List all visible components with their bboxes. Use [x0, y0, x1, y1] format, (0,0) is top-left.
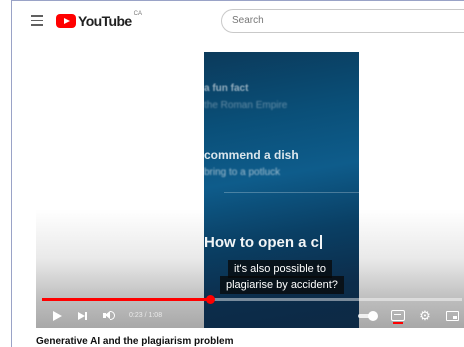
- video-divider: [224, 192, 359, 232]
- caption-line: plagiarise by accident?: [220, 276, 344, 294]
- settings-gear-icon[interactable]: ⚙: [418, 309, 432, 323]
- search-input[interactable]: Search: [221, 9, 464, 33]
- text-cursor: [320, 235, 323, 249]
- video-text-main: How to open a c: [204, 234, 320, 251]
- youtube-logo[interactable]: YouTube CA: [56, 11, 142, 30]
- logo-country: CA: [133, 11, 142, 17]
- video-text-line: a fun fact: [204, 83, 249, 94]
- youtube-page: YouTube CA Search a fun fact the Roman E…: [11, 0, 464, 347]
- logo-text: YouTube: [78, 13, 132, 29]
- progress-fill: [42, 298, 210, 301]
- video-text-line: commend a dish: [204, 148, 299, 162]
- search-placeholder: Search: [232, 15, 264, 26]
- video-text-line: the Roman Empire: [204, 100, 288, 111]
- video-title[interactable]: Generative AI and the plagiarism problem: [36, 336, 233, 347]
- top-bar: YouTube CA Search: [12, 1, 464, 41]
- time-display: 0:23 / 1:08: [129, 312, 163, 319]
- play-icon[interactable]: [50, 309, 64, 323]
- video-text-line: bring to a potluck: [204, 167, 281, 178]
- player-controls: 0:23 / 1:08 ⚙: [36, 306, 464, 326]
- scrubber-handle[interactable]: [206, 295, 215, 304]
- subtitles-icon[interactable]: [391, 310, 405, 324]
- next-icon[interactable]: [76, 309, 90, 323]
- youtube-logo-icon: [56, 14, 76, 28]
- miniplayer-icon[interactable]: [446, 311, 459, 321]
- progress-bar[interactable]: [42, 295, 462, 304]
- menu-icon[interactable]: [31, 15, 43, 26]
- autoplay-toggle-icon[interactable]: [358, 310, 380, 322]
- video-player[interactable]: a fun fact the Roman Empire commend a di…: [36, 52, 464, 328]
- video-text-line: How to open a c: [204, 234, 323, 251]
